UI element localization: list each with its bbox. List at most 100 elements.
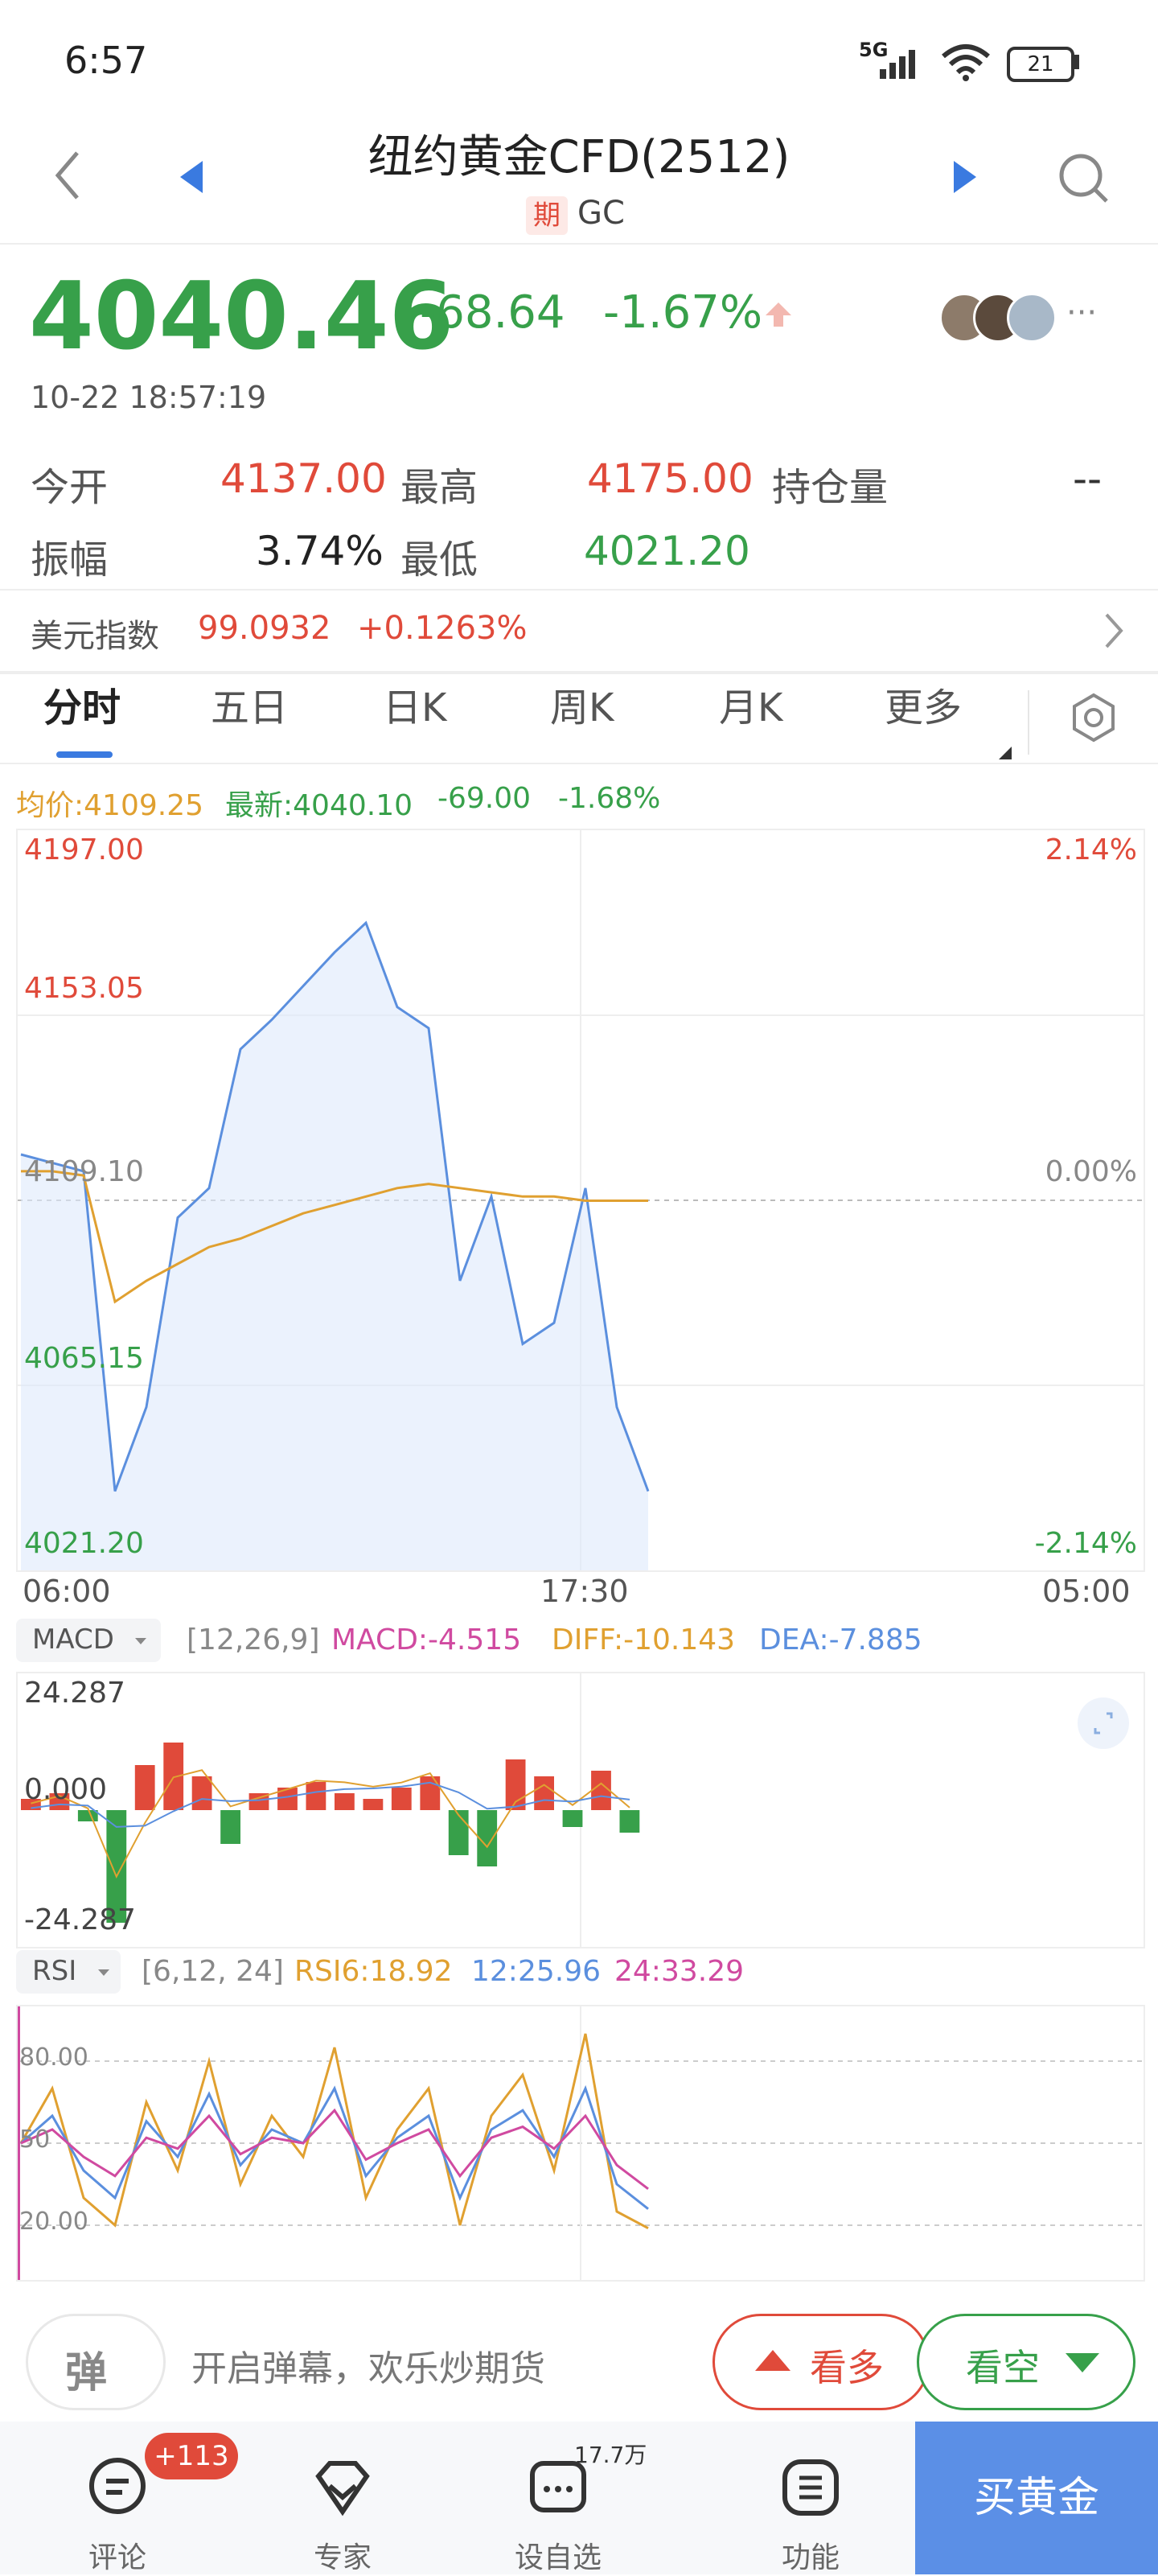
- section-divider: [0, 671, 1158, 674]
- triangle-down-icon: [1066, 2353, 1099, 2372]
- search-icon[interactable]: [1057, 151, 1111, 206]
- tab-week-k[interactable]: 周K: [550, 676, 614, 732]
- macd-canvas: [21, 1673, 640, 1947]
- macd-selector[interactable]: MACD: [16, 1619, 161, 1662]
- macd-params: [12,26,9]: [187, 1623, 320, 1656]
- settings-icon[interactable]: [1068, 692, 1119, 743]
- price-change: -68.64: [420, 286, 565, 339]
- macd-y-max: 24.287: [24, 1677, 125, 1710]
- tab-intraday[interactable]: 分时: [43, 676, 121, 732]
- chevron-down-icon: [135, 1638, 146, 1644]
- high-value: 4175.00: [587, 455, 754, 502]
- chevron-right-icon[interactable]: [1103, 611, 1126, 650]
- latest-change: -69.00: [437, 782, 532, 815]
- rsi-selector-label: RSI: [32, 1955, 77, 1987]
- macd-y-zero: 0.000: [24, 1773, 108, 1806]
- price-chart[interactable]: 4197.00 4153.05 4109.10 4065.15 4021.20 …: [16, 829, 1145, 1572]
- rsi-y-high: 80.00: [19, 2043, 88, 2072]
- chevron-down-icon: [98, 1969, 109, 1976]
- macd-bar: [335, 1793, 355, 1810]
- x-tick-end: 05:00: [1042, 1574, 1131, 1609]
- menu-icon: [782, 2459, 839, 2516]
- rsi-y-low: 20.00: [19, 2208, 88, 2236]
- page-title: 纽约黄金CFD(2512): [368, 131, 790, 183]
- danmu-text[interactable]: 开启弹幕，欢乐炒期货: [191, 2339, 545, 2391]
- tab-more[interactable]: 更多: [885, 676, 962, 732]
- macd-selector-label: MACD: [32, 1623, 114, 1656]
- more-icon[interactable]: ···: [1066, 294, 1097, 331]
- open-interest-label: 持仓量: [772, 465, 889, 510]
- watchlist-count: 17.7万: [574, 2442, 647, 2468]
- open-label: 今开: [31, 465, 109, 510]
- pct-label-max: 2.14%: [1045, 833, 1137, 866]
- macd-y-min: -24.287: [24, 1903, 136, 1936]
- triangle-up-icon: [755, 2350, 790, 2371]
- rsi-selector[interactable]: RSI: [16, 1950, 121, 1994]
- macd-bar: [591, 1771, 611, 1810]
- macd-bar: [391, 1788, 412, 1810]
- danmu-toggle[interactable]: 弹: [26, 2314, 166, 2410]
- current-price: 4040.46: [29, 262, 454, 371]
- status-time: 6:57: [64, 39, 148, 82]
- futures-tag-label: 期: [533, 200, 561, 232]
- wifi-icon: [942, 44, 990, 81]
- price-change-pct: -1.67%: [603, 286, 763, 339]
- macd-chart[interactable]: 24.287 0.000 -24.287: [16, 1672, 1145, 1948]
- tab-five-day[interactable]: 五日: [211, 676, 288, 732]
- rsi-chart[interactable]: 80.00 50 20.00: [16, 2005, 1145, 2282]
- battery-tip: [1074, 55, 1079, 69]
- expand-icon[interactable]: [1078, 1697, 1129, 1749]
- comments-badge: +113: [145, 2433, 238, 2479]
- latest-change-pct: -1.68%: [558, 782, 661, 815]
- diamond-icon: [315, 2461, 370, 2516]
- high-label: 最高: [400, 465, 478, 510]
- latest-price: 最新:4040.10: [225, 789, 413, 822]
- battery-icon: 21: [1007, 47, 1074, 82]
- nav-functions-label: 功能: [781, 2541, 840, 2574]
- rsi-canvas: [18, 2006, 1144, 2280]
- arrow-up-icon: [766, 302, 791, 327]
- nav-functions[interactable]: 功能: [730, 2422, 891, 2576]
- amplitude-value: 3.74%: [256, 528, 384, 574]
- pct-label-min: -2.14%: [1034, 1527, 1137, 1560]
- tab-day-k[interactable]: 日K: [383, 676, 446, 732]
- rsi-params: [6,12, 24]: [142, 1955, 284, 1988]
- quote-datetime: 10-22 18:57:19: [31, 380, 267, 415]
- tab-month-k[interactable]: 月K: [719, 676, 782, 732]
- stats-divider: [0, 589, 1158, 591]
- dea-value: DEA:-7.885: [759, 1623, 922, 1656]
- macd-bar: [191, 1776, 212, 1810]
- nav-expert-label: 专家: [313, 2541, 372, 2574]
- y-label-upper: 4153.05: [24, 972, 144, 1005]
- dropdown-corner-icon: [999, 747, 1012, 759]
- comments-badge-count: +113: [154, 2440, 229, 2472]
- price-area: [21, 923, 648, 1570]
- macd-bar: [448, 1810, 469, 1855]
- y-label-min: 4021.20: [24, 1527, 144, 1560]
- usd-index-label: 美元指数: [31, 618, 159, 655]
- tabs-divider: [0, 763, 1158, 764]
- macd-bar: [306, 1782, 326, 1810]
- macd-bar: [363, 1799, 384, 1810]
- danmu-icon: 弹: [65, 2349, 108, 2397]
- rsi-y-mid: 50: [19, 2125, 51, 2154]
- nav-expert[interactable]: 专家: [262, 2422, 423, 2576]
- bullish-label: 看多: [810, 2346, 884, 2389]
- bearish-button[interactable]: 看空: [917, 2314, 1135, 2410]
- avatar[interactable]: [1007, 293, 1057, 343]
- usd-index-change: +0.1263%: [357, 610, 528, 647]
- macd-bar: [134, 1765, 155, 1810]
- active-tab-indicator: [56, 751, 113, 758]
- usd-index-value: 99.0932: [198, 610, 331, 647]
- price-chart-canvas: [18, 830, 1144, 1570]
- buy-gold-button[interactable]: 买黄金: [915, 2422, 1158, 2574]
- signal-icon: [880, 50, 915, 79]
- next-contract-icon[interactable]: [951, 158, 979, 196]
- open-value: 4137.00: [220, 455, 387, 502]
- nav-comments-label: 评论: [88, 2541, 146, 2574]
- y-label-max: 4197.00: [24, 833, 144, 866]
- bullish-button[interactable]: 看多: [712, 2314, 930, 2410]
- comment-icon: [89, 2458, 146, 2514]
- macd-value: MACD:-4.515: [331, 1623, 522, 1656]
- macd-bar: [534, 1776, 554, 1810]
